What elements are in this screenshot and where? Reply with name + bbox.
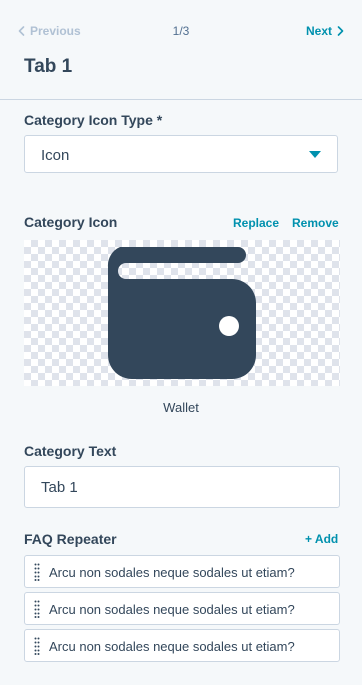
category-icon-label: Category Icon: [24, 214, 118, 230]
next-button[interactable]: Next: [306, 24, 344, 38]
header-divider: [0, 99, 362, 100]
replace-link[interactable]: Replace: [233, 216, 279, 230]
category-text-value: Tab 1: [41, 479, 78, 496]
add-faq-button[interactable]: + Add: [305, 532, 338, 546]
faq-item[interactable]: Arcu non sodales neque sodales ut etiam?: [24, 555, 340, 588]
page-title: Tab 1: [24, 56, 73, 77]
icon-type-label: Category Icon Type *: [24, 112, 163, 128]
wallet-icon: [107, 247, 256, 379]
drag-handle-icon[interactable]: [34, 563, 40, 581]
icon-caption: Wallet: [163, 400, 199, 415]
drag-handle-icon[interactable]: [34, 600, 40, 618]
panel-header: Previous 1/3 Next Tab 1: [0, 0, 362, 100]
caret-down-icon: [309, 151, 321, 158]
faq-item-text: Arcu non sodales neque sodales ut etiam?: [49, 602, 295, 617]
next-label: Next: [305, 24, 332, 38]
faq-item[interactable]: Arcu non sodales neque sodales ut etiam?: [24, 629, 340, 662]
icon-type-select[interactable]: Icon: [24, 135, 338, 173]
faq-repeater-list: Arcu non sodales neque sodales ut etiam?…: [24, 555, 340, 666]
icon-type-value: Icon: [41, 147, 70, 164]
faq-item-text: Arcu non sodales neque sodales ut etiam?: [49, 639, 295, 654]
faq-item-text: Arcu non sodales neque sodales ut etiam?: [49, 565, 295, 580]
drag-handle-icon[interactable]: [34, 637, 40, 655]
faq-item[interactable]: Arcu non sodales neque sodales ut etiam?: [24, 592, 340, 625]
faq-repeater-label: FAQ Repeater: [24, 531, 117, 547]
category-text-input[interactable]: Tab 1: [24, 466, 340, 508]
category-text-label: Category Text: [24, 443, 117, 459]
remove-link[interactable]: Remove: [292, 216, 339, 230]
chevron-right-icon: [337, 26, 344, 36]
